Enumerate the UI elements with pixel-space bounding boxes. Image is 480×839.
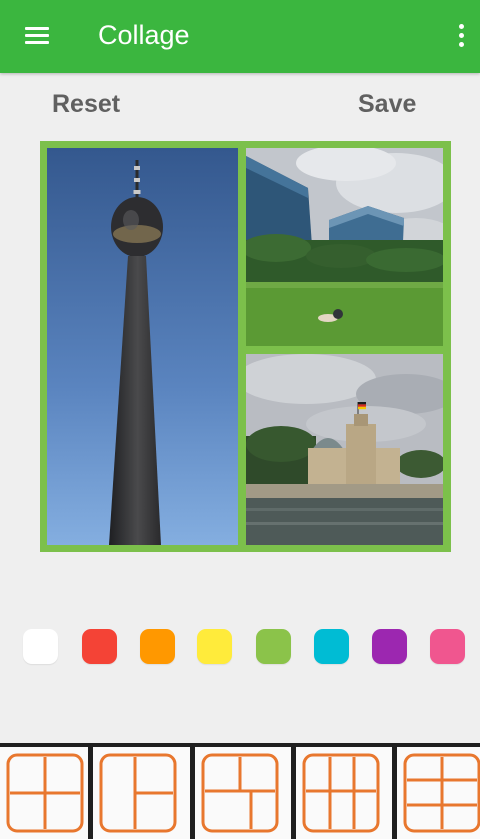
layout-top-split-bottom-full-option[interactable] xyxy=(195,747,291,839)
color-swatch[interactable] xyxy=(23,629,58,664)
layout-grid-2x2-option[interactable] xyxy=(0,747,88,839)
color-swatch[interactable] xyxy=(372,629,407,664)
layout-top-full-bottom-three-option[interactable] xyxy=(296,747,392,839)
layout-rows-2x2-option[interactable] xyxy=(397,747,480,839)
color-swatch[interactable] xyxy=(314,629,349,664)
layout-left-full-right-split-icon xyxy=(99,753,177,833)
more-vert-icon[interactable] xyxy=(451,20,471,52)
color-swatch[interactable] xyxy=(197,629,232,664)
app-bar: Collage xyxy=(0,0,480,73)
color-swatch[interactable] xyxy=(256,629,291,664)
collage-frame xyxy=(40,141,451,552)
reset-button[interactable]: Reset xyxy=(52,90,120,119)
layout-strip xyxy=(0,743,480,839)
save-button[interactable]: Save xyxy=(358,90,416,119)
layout-left-full-right-split-option[interactable] xyxy=(93,747,190,839)
color-swatch[interactable] xyxy=(430,629,465,664)
layout-top-split-bottom-full-icon xyxy=(201,753,279,833)
tv-tower-photo[interactable] xyxy=(47,148,238,545)
layout-grid-2x2-icon xyxy=(6,753,84,833)
color-swatch[interactable] xyxy=(82,629,117,664)
layout-top-full-bottom-three-icon xyxy=(302,753,380,833)
color-swatch[interactable] xyxy=(140,629,175,664)
app-title: Collage xyxy=(98,20,190,50)
glass-buildings-park-photo[interactable] xyxy=(246,148,443,346)
layout-rows-2x2-icon xyxy=(403,753,480,833)
hamburger-menu-icon[interactable] xyxy=(22,24,52,48)
reichstag-river-photo[interactable] xyxy=(246,354,443,545)
